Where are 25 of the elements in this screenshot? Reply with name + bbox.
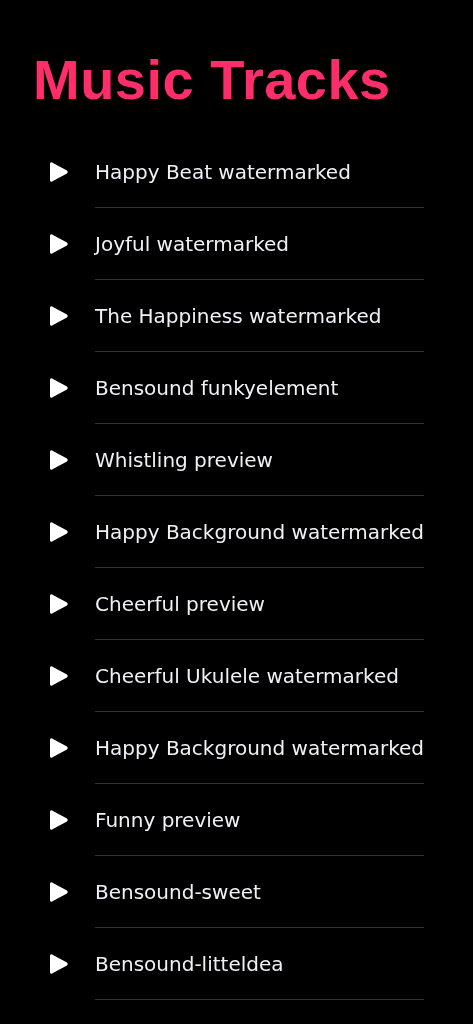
- play-icon[interactable]: [49, 449, 69, 471]
- track-title[interactable]: Joyful watermarked: [95, 231, 290, 256]
- track-title[interactable]: Funny preview: [95, 807, 241, 832]
- track-title[interactable]: Happy Background watermarked: [95, 735, 424, 760]
- play-icon[interactable]: [49, 593, 69, 615]
- page-title: Music Tracks: [33, 48, 392, 112]
- track-title[interactable]: The Happiness watermarked: [95, 303, 382, 328]
- play-icon[interactable]: [49, 737, 69, 759]
- play-icon[interactable]: [49, 665, 69, 687]
- play-icon[interactable]: [49, 233, 69, 255]
- play-icon[interactable]: [49, 161, 69, 183]
- track-title[interactable]: Whistling preview: [95, 447, 273, 472]
- play-icon[interactable]: [49, 377, 69, 399]
- play-icon[interactable]: [49, 881, 69, 903]
- play-icon[interactable]: [49, 809, 69, 831]
- track-title[interactable]: Happy Background watermarked: [95, 519, 424, 544]
- play-icon[interactable]: [49, 521, 69, 543]
- track-title[interactable]: Cheerful Ukulele watermarked: [95, 663, 399, 688]
- play-icon[interactable]: [49, 305, 69, 327]
- play-icon[interactable]: [49, 953, 69, 975]
- track-title[interactable]: Happy Beat watermarked: [95, 159, 351, 184]
- track-title[interactable]: Bensound-litteldea: [95, 951, 284, 976]
- track-title[interactable]: Bensound funkyelement: [95, 375, 339, 400]
- track-title[interactable]: Bensound-sweet: [95, 879, 261, 904]
- track-title[interactable]: Cheerful preview: [95, 591, 265, 616]
